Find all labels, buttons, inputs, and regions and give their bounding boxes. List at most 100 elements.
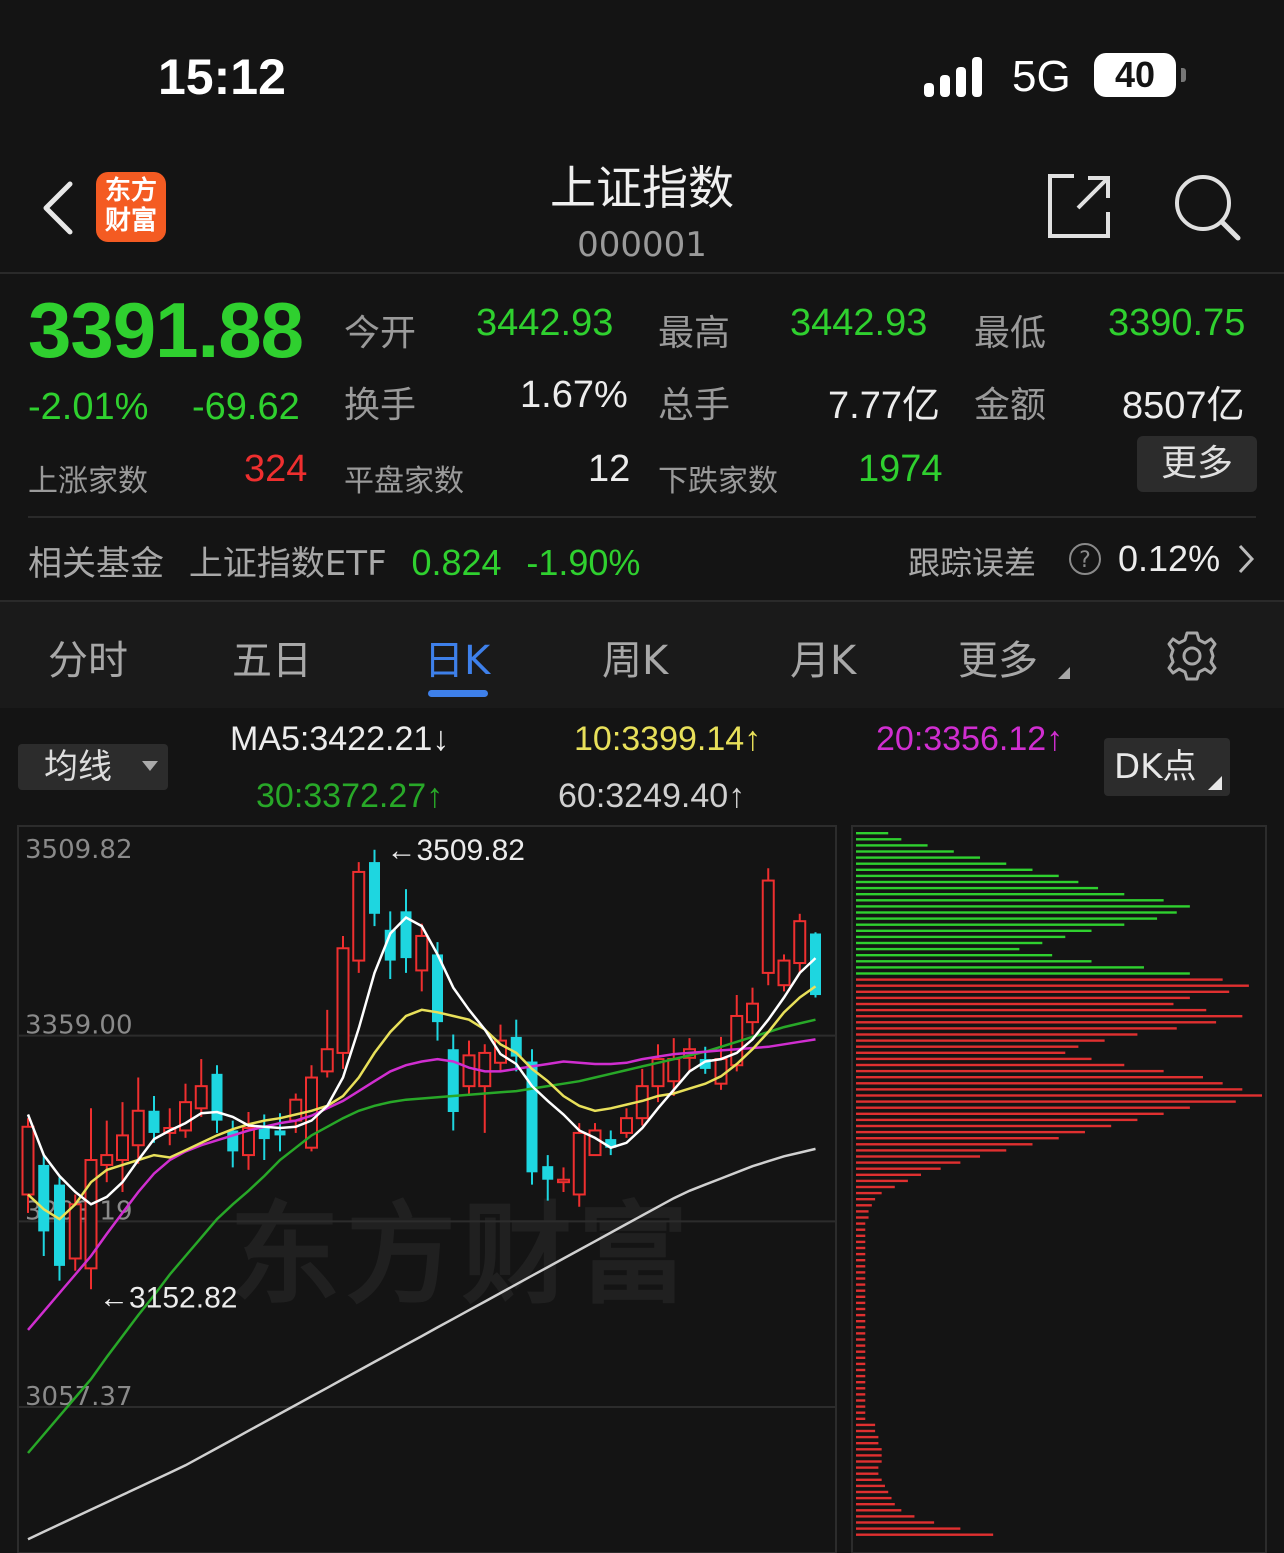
- tab-daily-k[interactable]: 日K: [424, 628, 490, 686]
- back-button[interactable]: [36, 178, 80, 242]
- more-button[interactable]: 更多: [1137, 436, 1257, 492]
- volume-profile-bar: [856, 1252, 866, 1256]
- volume-profile-bar: [856, 1149, 1007, 1152]
- tab-five-day[interactable]: 五日: [232, 628, 312, 686]
- share-button[interactable]: [1044, 172, 1114, 246]
- ma-select[interactable]: 均线: [18, 744, 168, 790]
- volume-profile-bar: [856, 1417, 866, 1420]
- share-icon: [1048, 174, 1110, 238]
- settings-button[interactable]: [1166, 630, 1218, 686]
- candle-body: [746, 1002, 759, 1024]
- volume-profile-bar: [856, 1307, 866, 1311]
- volume-profile-bar: [856, 1228, 866, 1231]
- volume-profile-bar: [856, 886, 1099, 890]
- tab-monthly-k[interactable]: 月K: [790, 628, 856, 686]
- kline-chart[interactable]: 3509.823359.003208.193057.37←3509.82←315…: [0, 820, 1284, 1553]
- volume-profile-bar: [856, 1509, 902, 1512]
- candle-body: [447, 1049, 459, 1112]
- volume-label: 总手: [658, 385, 731, 426]
- volume-profile-bar: [856, 1332, 866, 1335]
- divider: [0, 272, 1284, 274]
- change-pct: -2.01%: [28, 386, 149, 428]
- volume-profile-bar: [856, 1124, 1112, 1128]
- volume-profile-bar: [856, 1283, 866, 1286]
- tab-weekly-k[interactable]: 周K: [602, 628, 668, 686]
- volume-profile-bar: [856, 1374, 866, 1378]
- logo-line2: 财富: [104, 206, 157, 236]
- candle-body: [194, 1085, 208, 1110]
- volume-profile-bar: [856, 1448, 882, 1451]
- volume-profile-bar: [856, 1301, 866, 1305]
- volume-profile-bar: [856, 1051, 1066, 1054]
- y-axis-label: 3509.82: [25, 835, 133, 865]
- volume-profile-bar: [856, 978, 1223, 981]
- volume-profile-bar: [856, 929, 1092, 932]
- volume-profile-bar: [856, 1112, 1164, 1115]
- volume-profile-bar: [856, 1484, 885, 1488]
- candle-body: [289, 1098, 303, 1122]
- candle-body: [320, 1048, 334, 1073]
- candle-body: [810, 933, 821, 996]
- network-type: 5G: [1012, 52, 1071, 101]
- volume-profile-bar: [856, 1405, 866, 1408]
- volume-profile-bar: [856, 1057, 1092, 1061]
- volume-profile-bar: [856, 838, 902, 841]
- volume-profile-bar: [856, 1387, 866, 1390]
- chevron-right-icon[interactable]: [1234, 542, 1258, 580]
- volume-profile-bar: [856, 966, 1144, 969]
- volume-profile-bar: [856, 893, 1125, 896]
- volume-profile-bar: [856, 1460, 882, 1463]
- volume-profile-bar: [856, 1002, 1174, 1006]
- volume-profile-bar: [856, 1435, 879, 1439]
- tab-timeshare[interactable]: 分时: [48, 628, 128, 686]
- candle-body: [415, 934, 429, 972]
- volume-profile-bar: [856, 1155, 981, 1158]
- candle-body: [274, 1130, 286, 1136]
- candle-body: [369, 862, 380, 914]
- candle-body: [761, 879, 775, 974]
- high-value: 3442.93: [790, 302, 928, 344]
- volume-profile-bar: [856, 1472, 879, 1475]
- volume-profile-bar: [856, 1320, 866, 1323]
- ma60-line: [27, 1147, 816, 1541]
- volume-profile-bar: [856, 1533, 994, 1536]
- volume-profile-bar: [856, 844, 928, 847]
- battery-tip: [1181, 68, 1186, 82]
- volume-profile-bar: [856, 850, 954, 853]
- volume-profile-bar: [856, 874, 1059, 878]
- search-button[interactable]: [1172, 172, 1242, 246]
- volume-profile-bar: [856, 1496, 892, 1500]
- volume-profile-bar: [856, 1527, 961, 1530]
- app-logo[interactable]: 东方 财富: [96, 172, 166, 242]
- candle-body: [542, 1166, 554, 1180]
- volume-profile-bar: [856, 1063, 1125, 1067]
- tab-more[interactable]: 更多: [958, 628, 1038, 686]
- chevron-left-icon: [43, 181, 73, 235]
- last-price: 3391.88: [28, 286, 304, 374]
- volume-profile-bar: [856, 1338, 866, 1341]
- help-icon[interactable]: ?: [1068, 542, 1102, 580]
- related-fund-row[interactable]: 相关基金 上证指数ETF 0.824 -1.90%: [28, 536, 640, 585]
- volume-profile-bar: [856, 1137, 1059, 1140]
- open-label: 今开: [344, 313, 417, 354]
- volume-profile-bar: [856, 1399, 866, 1402]
- volume-profile-bar: [856, 1118, 1138, 1122]
- volume-profile-bar: [856, 923, 1125, 926]
- low-value: 3390.75: [1108, 302, 1246, 344]
- candle-body: [793, 920, 807, 965]
- flat-count-label: 平盘家数: [344, 464, 464, 499]
- volume-profile-bar: [856, 1313, 866, 1317]
- low-label: 最低: [974, 313, 1047, 354]
- search-icon: [1175, 175, 1241, 241]
- volume-profile-bar: [856, 1021, 1217, 1024]
- signal-icon: [924, 55, 992, 103]
- volume-profile-bar: [856, 990, 1230, 993]
- candle-body: [714, 1058, 728, 1085]
- volume-profile-bar: [856, 1277, 866, 1280]
- dk-point-button[interactable]: DK点: [1104, 738, 1230, 796]
- open-value: 3442.93: [476, 302, 614, 344]
- candle-body: [68, 1203, 82, 1260]
- up-count: 324: [244, 448, 308, 490]
- candle-body: [526, 1061, 538, 1173]
- volume-profile-bar: [856, 1076, 1203, 1079]
